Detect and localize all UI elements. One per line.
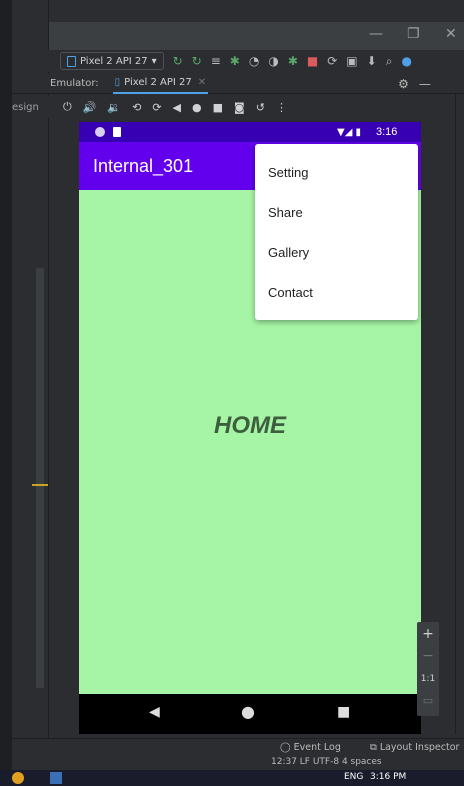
home-icon[interactable]: ● [192,101,202,114]
tab-label: Pixel 2 API 27 [124,77,192,88]
menu-item-share[interactable]: Share [268,193,408,233]
menu-item-gallery[interactable]: Gallery [268,233,408,273]
sd-card-icon [113,127,121,137]
avd-manager-icon[interactable]: ▣ [346,54,357,68]
undo-icon[interactable]: ↺ [256,101,265,114]
power-icon[interactable]: ⏻ [63,100,72,114]
stop-icon[interactable]: ■ [307,54,318,68]
close-icon[interactable]: ✕ [445,26,457,42]
list-icon[interactable]: ≡ [211,54,221,68]
right-tool-strip [455,94,464,734]
attach-icon[interactable]: ◑ [268,54,278,68]
bug-icon[interactable]: ✱ [288,54,298,68]
device-selector[interactable]: Pixel 2 API 27 ▾ [60,52,164,70]
design-tab[interactable]: esign [12,102,52,113]
zoom-in-button[interactable]: + [417,626,439,642]
profile-icon[interactable]: ◔ [249,54,259,68]
more-icon[interactable]: ⋮ [276,101,287,114]
minimize-icon[interactable]: — [369,26,383,42]
system-clock[interactable]: 3:16 PM [370,772,406,782]
chrome-icon[interactable] [12,772,24,784]
home-text: HOME [214,412,286,439]
left-edge-strip [0,0,12,786]
editor-status-bar: 12:37 LF UTF-8 4 spaces [12,756,464,770]
search-icon[interactable]: ⌕ [386,54,393,69]
maximize-icon[interactable]: ❐ [407,26,420,42]
phone-icon [67,55,76,67]
overview-icon[interactable]: ■ [337,704,350,720]
layout-inspector-button[interactable]: ⧉ Layout Inspector [370,742,459,753]
home-icon[interactable]: ● [241,702,255,721]
apply-code-icon[interactable]: ↻ [192,54,202,68]
event-log-button[interactable]: ◯ Event Log [280,742,341,753]
status-time: 3:16 [376,126,398,138]
notification-icon [95,127,105,137]
camera-icon[interactable]: ◙ [234,101,245,114]
sdk-manager-icon[interactable]: ⬇ [367,54,377,68]
layout-inspector-label: Layout Inspector [379,742,460,753]
app-icon[interactable] [50,772,62,784]
zoom-controls: + − 1:1 ▭ [417,622,439,716]
signal-icon: ▼◢ ▮ [337,126,362,138]
title-bar: — ❐ ✕ [49,22,464,50]
phone-icon: ▯ [114,77,121,88]
minimize-icon[interactable]: — [419,77,431,91]
main-toolbar: Pixel 2 API 27 ▾ ↻ ↻ ≡ ✱ ◔ ◑ ✱ ■ ⟳ ▣ ⬇ ⌕… [12,50,464,72]
rotate-left-icon[interactable]: ⟲ [132,101,141,114]
debug-icon[interactable]: ✱ [230,54,240,68]
apply-changes-icon[interactable]: ↻ [173,54,183,68]
close-icon[interactable]: ✕ [198,77,206,88]
language-indicator[interactable]: ENG [344,772,363,782]
zoom-out-button[interactable]: − [417,648,439,664]
app-title: Internal_301 [93,155,194,176]
update-icon[interactable]: ● [401,54,411,68]
phone-status-bar: ▼◢ ▮ 3:16 [79,122,421,142]
volume-down-icon[interactable]: 🔉 [107,101,121,114]
emulator-tab-bar: Emulator: ▯ Pixel 2 API 27 ✕ ⚙ — [12,74,464,94]
overview-icon[interactable]: ■ [213,101,223,114]
rotate-right-icon[interactable]: ⟳ [152,101,161,114]
zoom-1-1-button[interactable]: 1:1 [417,674,439,684]
os-taskbar: ENG 3:16 PM [0,770,464,786]
fit-screen-icon[interactable]: ▭ [417,694,439,707]
back-icon[interactable]: ◀ [173,101,181,114]
back-icon[interactable]: ◀ [149,704,160,720]
menu-item-contact[interactable]: Contact [268,273,408,313]
caret-position[interactable]: 12:37 LF UTF-8 4 spaces [271,757,382,767]
menu-item-setting[interactable]: Setting [268,153,408,193]
tool-window-bar: ◯ Event Log ⧉ Layout Inspector [12,738,464,758]
chevron-down-icon: ▾ [151,55,157,67]
tab-pixel-2[interactable]: ▯ Pixel 2 API 27 ✕ [112,74,209,94]
editor-scrollbar[interactable] [36,268,44,688]
sync-icon[interactable]: ⟳ [327,54,337,68]
event-log-label: Event Log [293,742,341,753]
volume-up-icon[interactable]: 🔊 [83,101,97,114]
editor-marker [32,484,48,486]
emulator-label: Emulator: [50,78,99,89]
phone-nav-bar: ◀ ● ■ [79,694,421,734]
gear-icon[interactable]: ⚙ [398,77,409,91]
overflow-menu: Setting Share Gallery Contact [255,144,418,320]
emulator-controls: esign ⏻ 🔊 🔉 ⟲ ⟳ ◀ ● ■ ◙ ↺ ⋮ [12,96,464,118]
device-selector-label: Pixel 2 API 27 [80,55,148,67]
